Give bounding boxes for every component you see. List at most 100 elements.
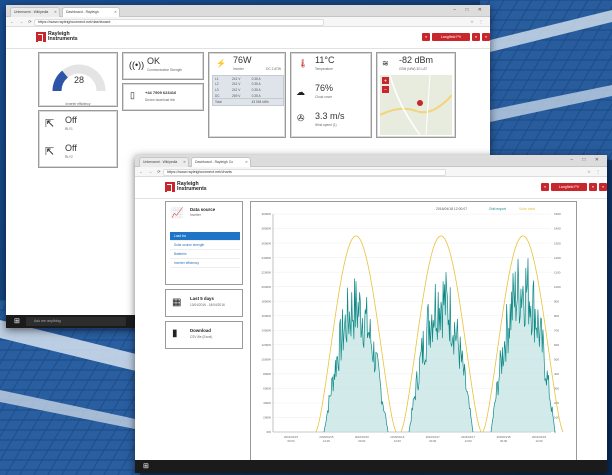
y2-tick-label: 1400 [554,227,561,231]
menu-icon[interactable]: ☆ ⋮ [587,169,602,174]
wifi-icon: ≋ [382,59,389,68]
menu-item[interactable]: Inverter efficiency [170,259,240,268]
y2-tick-label: 1200 [554,256,561,260]
url-field[interactable]: https://www.rayleighconnect.net/dashboar… [34,18,325,26]
external-link-icon[interactable]: ⇱ [45,145,54,158]
y-tick-label: 600W [263,387,271,391]
comm-status: OK [147,56,161,66]
area-fill-day-3 [491,258,555,432]
taskbar-search[interactable]: Ask me anything [26,317,126,326]
menu-item[interactable]: Load kw [170,232,240,241]
gauge-label: Inverter efficiency [65,102,91,106]
logo-line2: Instruments [177,186,207,193]
y-tick-label: 400W [263,401,271,405]
app-header: Rayleigh Instruments ≡ Langfield PV Inver… [6,27,490,49]
y2-tick-label: 800 [554,314,559,318]
phone-card: ▯ +44 7909 623416 Device download link [122,83,204,111]
y2-tick-label: 600 [554,343,559,347]
power-table: L1 241 V 0.35 A L2 241 V 0.35 A L3 241 V 0.35 AD… [212,75,284,106]
tab-wikipedia[interactable]: Unbenannt - Wikipedia ✕ [139,157,189,167]
gauge-value: 28 [74,75,84,85]
cloud-label: Cloud cover [315,95,333,99]
add-icon[interactable]: ≡ [541,183,549,191]
power-table-cell [230,99,250,105]
tab-dashboard[interactable]: Dashboard - Rayleigh ✕ [62,7,120,17]
wind-value: 3.3 m/s [315,111,345,121]
y-tick-label: 2200W [261,270,271,274]
power-value: 76W [233,55,252,65]
period-card[interactable]: ▦ Last 5 days 13/04/2016 - 18/04/2016 [165,289,243,317]
power-table-row: Total 43 554 kWh [213,98,283,105]
window-controls[interactable]: – □ ✕ [453,7,486,13]
nav-arrows-icon[interactable]: ← → ⟳ [139,169,163,174]
data-source-title: Data source [190,207,216,212]
add-icon[interactable]: ≡ [422,33,430,41]
device-select-button[interactable]: Langfield PV Inverter [432,33,470,47]
x-tick-label: 12:00 [536,439,543,443]
user-icon[interactable]: ≡ [482,33,490,41]
device-select-button[interactable]: Langfield PV Inverter [551,183,587,197]
temperature-value: 11°C [315,55,335,65]
signal-value: -82 dBm [399,55,434,65]
app-header: Rayleigh Instruments ≡ Langfield PV Inver… [135,177,607,199]
relay-card: ⇱ Off RLY1 ⇱ Off RLY2 [38,110,118,168]
window-controls[interactable]: – □ ✕ [570,157,603,163]
x-tick-label: 12:00 [394,439,401,443]
cloud-value: 76% [315,83,334,93]
tab-dashboard[interactable]: Dashboard - Rayleigh Co ✕ [191,157,251,167]
external-link-icon[interactable]: ⇱ [45,117,54,130]
weather-card: 🌡 11°C Temperature ☁ 76% Cloud cover ✇ 3… [290,52,372,138]
menu-item[interactable]: Solar source strength [170,241,240,250]
rayleigh-logo: Rayleigh Instruments [36,31,78,43]
tab-label: Dashboard - Rayleigh Co [195,160,234,164]
y-tick-label: 2000W [261,285,271,289]
power-line-chart[interactable]: 2016/04/18 12:00:07 Grid export Solar idea… [251,202,576,462]
menu-icon[interactable]: ☆ ⋮ [470,19,485,24]
close-icon[interactable]: ✕ [54,10,57,14]
y2-tick-label: 400 [554,372,559,376]
file-icon: ▮ [172,328,178,339]
windows-start-icon[interactable]: ⊞ [143,462,149,470]
logo-mark-icon [36,32,46,43]
x-tick-label: 12:00 [465,439,472,443]
x-tick-label: 00:00 [429,439,436,443]
legend-series-2: Solar ideal [519,207,535,211]
close-icon[interactable]: ✕ [245,160,248,164]
y-tick-label: 200W [263,416,271,420]
relay2-state: Off [65,143,77,153]
close-icon[interactable]: ✕ [183,160,186,164]
phone-number: +44 7909 623416 [145,90,177,95]
signal-map-card: ≋ -82 dBm GSM (N/W) 3G LAT + − [376,52,456,138]
y2-tick-label: 500 [554,358,559,362]
svg-text:+: + [384,79,387,85]
calendar-icon: ▦ [172,297,182,308]
temperature-label: Temperature [315,67,333,71]
antenna-icon: ((•)) [129,60,145,70]
relay1-label: RLY1 [65,127,73,131]
y2-tick-label: 700 [554,328,559,332]
relay2-label: RLY2 [65,155,73,159]
windows-start-icon[interactable]: ⊞ [14,317,20,325]
settings-icon[interactable]: ▾ [472,33,480,41]
download-card[interactable]: ▮ Download CSV file (Excel) [165,321,243,349]
y-tick-label: 1400W [261,328,271,332]
location-map[interactable]: + − [380,75,452,135]
area-fill-day-2 [409,272,473,432]
url-field[interactable]: https://www.rayleighconnect.net/charts [163,168,447,176]
nav-arrows-icon[interactable]: ← → ⟳ [10,19,34,24]
taskbar: ⊞ [135,460,607,473]
close-icon[interactable]: ✕ [114,10,117,14]
settings-icon[interactable]: ▾ [589,183,597,191]
user-icon[interactable]: ≡ [599,183,607,191]
x-tick-label: 00:00 [358,439,365,443]
tab-wikipedia[interactable]: Unbenannt - Wikipedia ✕ [10,7,60,17]
x-tick-label: 00:00 [500,439,507,443]
legend-series-1: Grid export [489,207,506,211]
phone-icon: ▯ [130,90,135,100]
x-tick-label: 12:00 [323,439,330,443]
signal-label: GSM (N/W) 3G LAT [399,67,428,71]
menu-item[interactable]: Batteries [170,250,240,259]
y-tick-label: 1000W [261,358,271,362]
gauge-chart: 28 [52,64,106,92]
phone-label: Device download link [145,98,175,102]
